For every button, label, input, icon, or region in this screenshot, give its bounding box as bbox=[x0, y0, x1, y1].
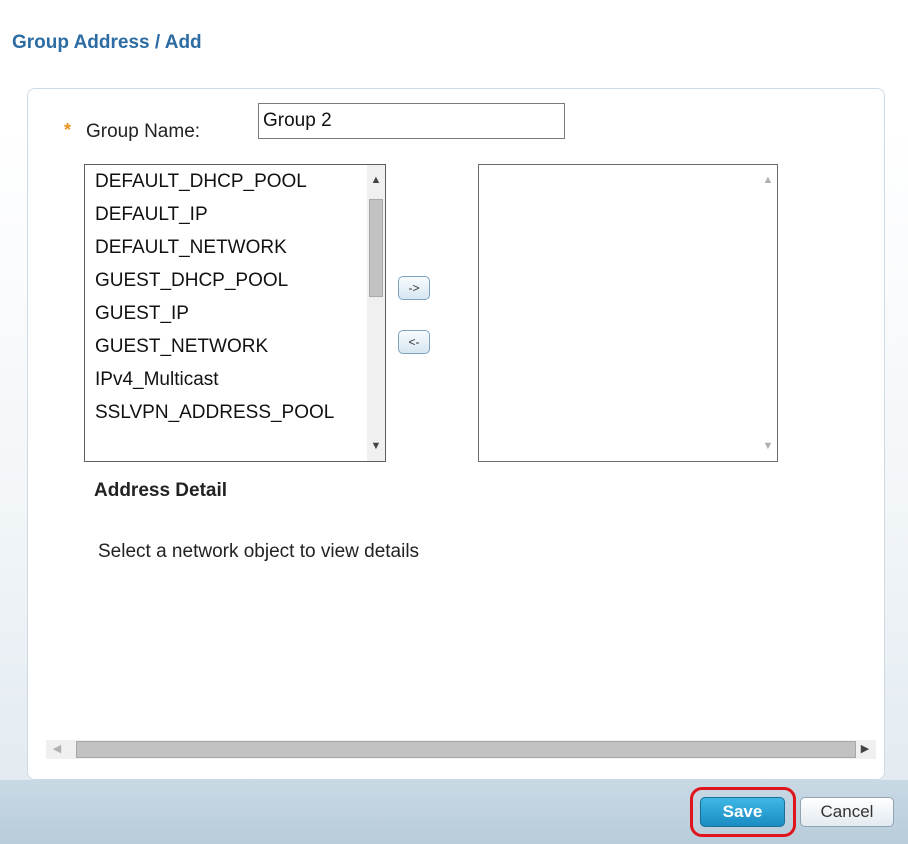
group-name-label: Group Name: bbox=[86, 121, 201, 142]
remove-from-group-button[interactable]: <- bbox=[398, 330, 430, 354]
list-item[interactable]: IPv4_Multicast bbox=[85, 363, 367, 396]
list-item[interactable]: GUEST_NETWORK bbox=[85, 330, 367, 363]
selected-addresses-list[interactable]: ▲ ▼ bbox=[478, 164, 778, 462]
list-item[interactable]: DEFAULT_IP bbox=[85, 198, 367, 231]
scroll-thumb[interactable] bbox=[369, 199, 383, 297]
add-to-group-button[interactable]: -> bbox=[398, 276, 430, 300]
scroll-right-icon[interactable]: ▶ bbox=[856, 740, 874, 759]
scroll-down-icon[interactable]: ▼ bbox=[759, 437, 777, 455]
group-name-input[interactable] bbox=[258, 103, 565, 139]
address-detail-title: Address Detail bbox=[94, 480, 228, 501]
required-marker: * bbox=[64, 120, 72, 140]
scroll-up-icon[interactable]: ▲ bbox=[759, 171, 777, 189]
cancel-button[interactable]: Cancel bbox=[800, 797, 894, 827]
vertical-scrollbar[interactable]: ▲ ▼ bbox=[367, 165, 385, 461]
horizontal-scrollbar[interactable]: ◀ ▶ bbox=[46, 740, 876, 759]
scroll-up-icon[interactable]: ▲ bbox=[367, 171, 385, 189]
page-title: Group Address / Add bbox=[12, 32, 202, 53]
list-item[interactable]: SSLVPN_ADDRESS_POOL bbox=[85, 396, 367, 429]
list-item[interactable]: GUEST_DHCP_POOL bbox=[85, 264, 367, 297]
scroll-thumb[interactable] bbox=[76, 741, 856, 758]
available-addresses-list[interactable]: DEFAULT_DHCP_POOL DEFAULT_IP DEFAULT_NET… bbox=[84, 164, 386, 462]
list-item[interactable]: DEFAULT_DHCP_POOL bbox=[85, 165, 367, 198]
vertical-scrollbar[interactable]: ▲ ▼ bbox=[759, 165, 777, 461]
scroll-left-icon[interactable]: ◀ bbox=[48, 740, 66, 759]
scroll-down-icon[interactable]: ▼ bbox=[367, 437, 385, 455]
list-item[interactable]: GUEST_IP bbox=[85, 297, 367, 330]
address-detail-hint: Select a network object to view details bbox=[98, 541, 420, 562]
list-item[interactable]: DEFAULT_NETWORK bbox=[85, 231, 367, 264]
save-button[interactable]: Save bbox=[700, 797, 785, 827]
